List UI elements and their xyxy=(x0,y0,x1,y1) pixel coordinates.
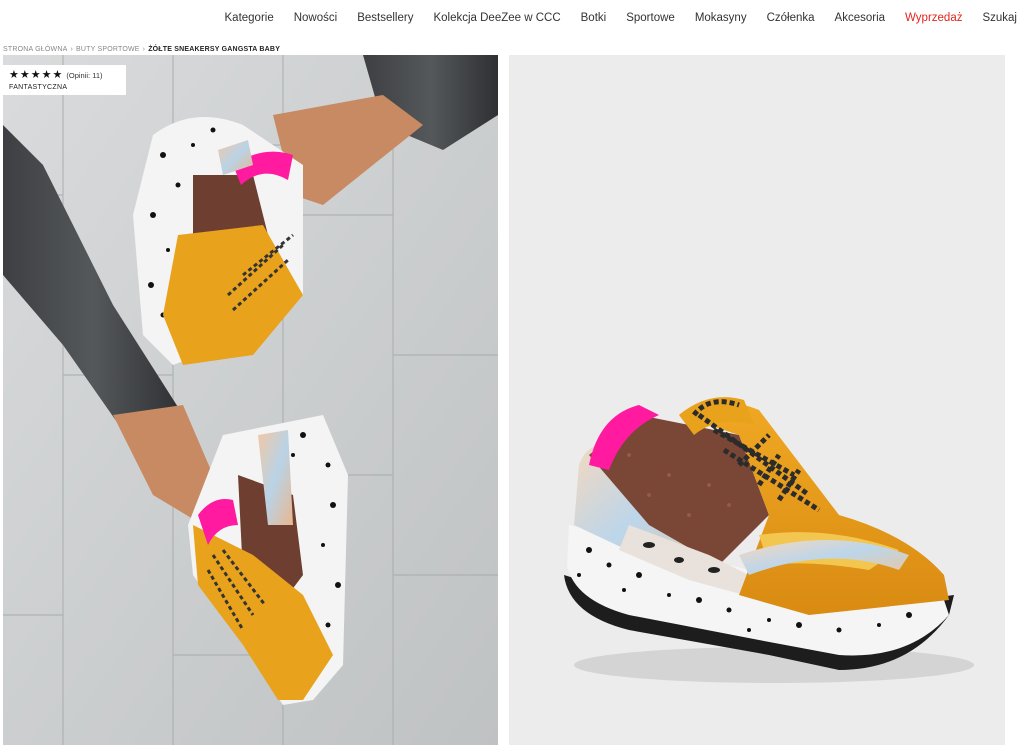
product-photo-studio[interactable] xyxy=(509,55,1005,745)
nav-wyprzedaz[interactable]: Wyprzedaż xyxy=(905,12,962,24)
nav-bestsellery[interactable]: Bestsellery xyxy=(357,12,413,24)
breadcrumb-home[interactable]: STRONA GŁÓWNA xyxy=(3,46,67,53)
breadcrumb-separator: › xyxy=(142,45,146,53)
nav-sportowe[interactable]: Sportowe xyxy=(626,12,675,24)
breadcrumb: STRONA GŁÓWNA › BUTY SPORTOWE › ŻÓŁTE SN… xyxy=(3,44,280,54)
breadcrumb-category[interactable]: BUTY SPORTOWE xyxy=(76,46,140,53)
star-icon: ★ xyxy=(19,68,30,81)
rating-badge[interactable]: ★ ★ ★ ★ ★ (Opinii: 11) FANTASTYCZNA xyxy=(3,65,126,95)
rating-opinions-count[interactable]: (Opinii: 11) xyxy=(66,71,102,80)
product-photo-lifestyle[interactable]: ★ ★ ★ ★ ★ (Opinii: 11) FANTASTYCZNA xyxy=(3,55,498,745)
star-icon: ★ xyxy=(9,68,19,81)
studio-photo-illustration xyxy=(509,55,1005,745)
star-icon: ★ xyxy=(41,68,52,81)
star-icon: ★ xyxy=(30,68,41,81)
nav-szukaj[interactable]: Szukaj xyxy=(982,12,1017,24)
nav-akcesoria[interactable]: Akcesoria xyxy=(835,12,886,24)
nav-kategorie[interactable]: Kategorie xyxy=(225,12,274,24)
breadcrumb-current: ŻÓŁTE SNEAKERSY GANGSTA BABY xyxy=(148,45,281,53)
rating-label: FANTASTYCZNA xyxy=(9,84,68,91)
nav-nowosci[interactable]: Nowości xyxy=(294,12,337,24)
main-navigation: Kategorie Nowości Bestsellery Kolekcja D… xyxy=(0,0,1023,36)
nav-kolekcja-deezee[interactable]: Kolekcja DeeZee w CCC xyxy=(433,12,560,24)
nav-mokasyny[interactable]: Mokasyny xyxy=(695,12,747,24)
nav-botki[interactable]: Botki xyxy=(581,12,607,24)
breadcrumb-separator: › xyxy=(70,45,73,53)
nav-czolenka[interactable]: Czółenka xyxy=(767,12,815,24)
star-icon: ★ xyxy=(52,68,63,81)
lifestyle-photo-illustration xyxy=(3,55,498,745)
rating-stars: ★ ★ ★ ★ ★ xyxy=(9,68,63,81)
